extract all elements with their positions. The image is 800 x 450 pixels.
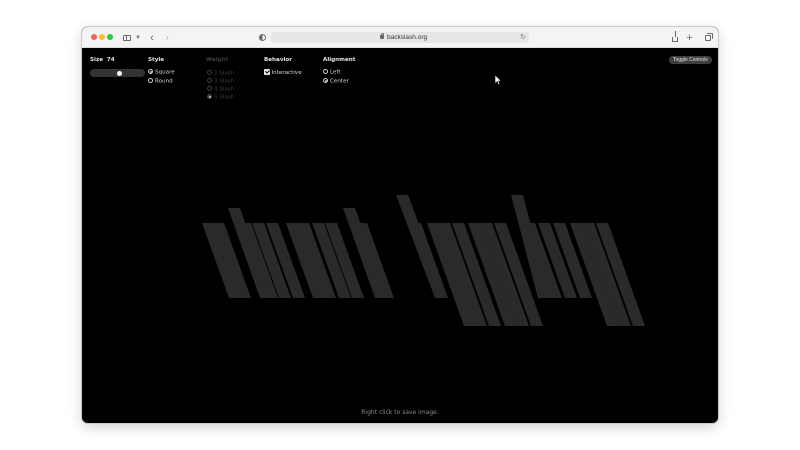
save-hint-text: Right click to save image. xyxy=(361,409,439,416)
url-text: backslash.org xyxy=(387,34,428,41)
plus-icon[interactable]: + xyxy=(685,30,694,45)
maximize-window-icon[interactable] xyxy=(107,34,113,40)
start-typing-glyphs xyxy=(202,195,645,326)
address-bar[interactable]: backslash.org ↻ xyxy=(271,32,529,43)
mouse-pointer-icon xyxy=(495,75,503,86)
tabs-icon[interactable] xyxy=(703,30,713,45)
share-icon[interactable] xyxy=(671,30,679,45)
minimize-window-icon[interactable] xyxy=(99,34,105,40)
chevron-left-icon[interactable]: ‹ xyxy=(148,30,156,45)
reload-icon[interactable]: ↻ xyxy=(520,32,526,43)
chevron-right-icon[interactable]: › xyxy=(163,30,171,45)
browser-toolbar: ▼ ‹ › backslash.org ↻ + xyxy=(82,27,718,48)
sidebar-icon[interactable] xyxy=(122,30,131,45)
page-content[interactable]: Size 74 Style Square Round Weight 2 Slas… xyxy=(82,48,718,423)
lock-icon xyxy=(380,33,384,39)
browser-window: ▼ ‹ › backslash.org ↻ + Size 74 Style Sq… xyxy=(82,27,718,423)
shield-icon[interactable] xyxy=(257,30,267,45)
slash-text-artwork[interactable] xyxy=(82,48,718,423)
chevron-down-icon[interactable]: ▼ xyxy=(135,30,141,45)
close-window-icon[interactable] xyxy=(91,34,97,40)
